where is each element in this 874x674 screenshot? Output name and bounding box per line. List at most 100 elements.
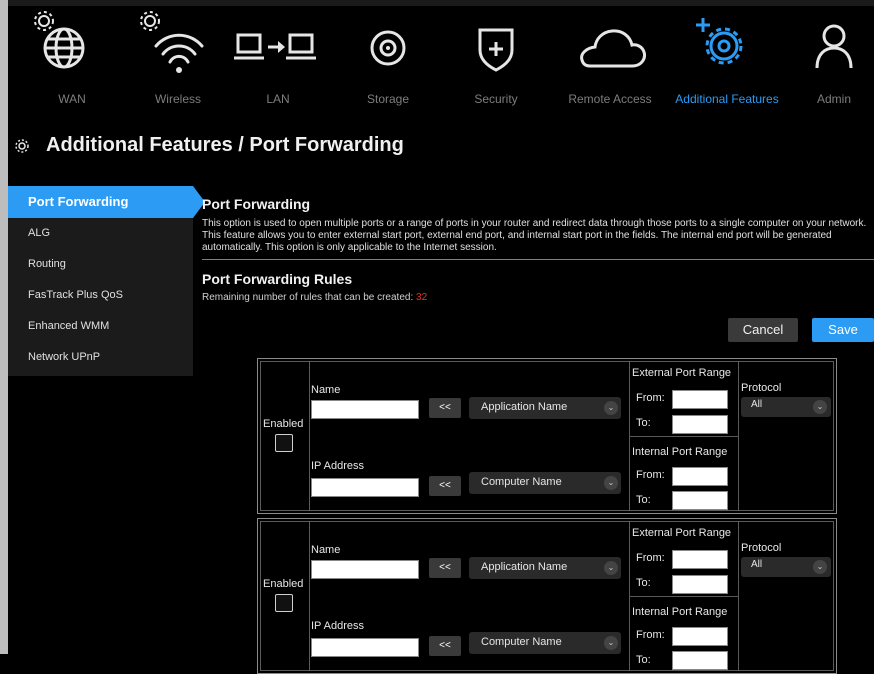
gears-plus-icon [696, 18, 743, 65]
computer-name-dropdown[interactable]: Computer Name ⌄ [469, 632, 621, 654]
nav-storage[interactable]: Storage [338, 6, 438, 122]
internal-to-input[interactable] [672, 491, 728, 510]
port-range-column: External Port Range From: To: Internal P… [629, 362, 739, 510]
globe-icon [34, 11, 85, 69]
sidebar-item-label: FasTrack Plus QoS [28, 289, 123, 301]
external-from-input[interactable] [672, 390, 728, 409]
application-name-dropdown[interactable]: Application Name ⌄ [469, 397, 621, 419]
user-icon [815, 24, 853, 69]
external-to-input[interactable] [672, 575, 728, 594]
computer-copy-button[interactable]: << [429, 476, 461, 496]
internal-from-input[interactable] [672, 467, 728, 486]
ip-address-label: IP Address [311, 620, 364, 632]
ip-address-label: IP Address [311, 460, 364, 472]
external-port-range-label: External Port Range [632, 367, 732, 379]
remaining-rules-label: Remaining number of rules that can be cr… [202, 292, 417, 303]
nav-remote-access[interactable]: Remote Access [560, 6, 660, 122]
nav-label: Storage [366, 92, 410, 106]
external-to-input[interactable] [672, 415, 728, 434]
internal-from-label: From: [636, 469, 665, 481]
internal-from-label: From: [636, 629, 665, 641]
application-copy-button[interactable]: << [429, 558, 461, 578]
sidebar-item-enhanced-wmm[interactable]: Enhanced WMM [8, 311, 193, 342]
sidebar-item-label: Port Forwarding [28, 194, 129, 209]
nav-wireless[interactable]: Wireless [128, 6, 228, 122]
chevron-down-icon: ⌄ [604, 401, 618, 415]
enabled-column: Enabled [261, 362, 310, 510]
enabled-checkbox[interactable] [275, 434, 293, 452]
lan-icon [234, 33, 316, 60]
sidebar-item-port-forwarding[interactable]: Port Forwarding [8, 186, 205, 218]
sidebar-item-label: ALG [28, 227, 51, 239]
sidebar-item-label: Network UPnP [28, 351, 101, 363]
cancel-button[interactable]: Cancel [728, 318, 798, 342]
protocol-label: Protocol [741, 382, 782, 394]
main-content: Port Forwarding This option is used to o… [202, 186, 874, 303]
remaining-rules-text: Remaining number of rules that can be cr… [202, 292, 874, 303]
top-navigation: WAN Wireless LAN Storage Security Remote… [8, 6, 874, 122]
storage-icon [370, 30, 406, 66]
dropdown-value: All [751, 559, 763, 570]
sidebar: Port Forwarding ALG Routing FasTrack Plu… [8, 186, 205, 376]
enabled-label: Enabled [263, 418, 304, 430]
external-to-label: To: [636, 417, 651, 429]
enabled-checkbox[interactable] [275, 594, 293, 612]
nav-label: Additional Features [675, 92, 779, 106]
protocol-dropdown[interactable]: All ⌄ [741, 397, 831, 417]
external-from-label: From: [636, 552, 665, 564]
chevron-down-icon: ⌄ [813, 560, 827, 574]
rules-title: Port Forwarding Rules [202, 271, 353, 287]
name-input[interactable] [311, 400, 419, 419]
page-title: Additional Features / Port Forwarding [46, 134, 404, 156]
nav-admin[interactable]: Admin [784, 6, 874, 122]
section-title: Port Forwarding [202, 196, 311, 212]
internal-to-label: To: [636, 494, 651, 506]
computer-copy-button[interactable]: << [429, 636, 461, 656]
external-from-label: From: [636, 392, 665, 404]
protocol-label: Protocol [741, 542, 782, 554]
remaining-rules-count: 32 [416, 292, 428, 303]
rule-row-inner: Enabled Name << Application Name ⌄ IP Ad… [260, 361, 834, 511]
chevron-down-icon: ⌄ [604, 476, 618, 490]
rule-row-inner: Enabled Name << Application Name ⌄ IP Ad… [260, 521, 834, 671]
nav-wan[interactable]: WAN [22, 6, 122, 122]
nav-label: Admin [816, 92, 851, 106]
nav-label: LAN [266, 92, 290, 106]
internal-port-range-label: Internal Port Range [632, 606, 728, 618]
internal-from-input[interactable] [672, 627, 728, 646]
chevron-down-icon: ⌄ [604, 561, 618, 575]
shield-icon [478, 28, 514, 72]
cloud-icon [580, 29, 646, 68]
nav-label: Remote Access [568, 92, 652, 106]
nav-label: Security [474, 92, 518, 106]
sidebar-item-network-upnp[interactable]: Network UPnP [8, 342, 193, 373]
computer-name-dropdown[interactable]: Computer Name ⌄ [469, 472, 621, 494]
nav-label: WAN [58, 92, 86, 106]
chevron-down-icon: ⌄ [813, 400, 827, 414]
port-range-divider [630, 596, 738, 597]
sidebar-item-routing[interactable]: Routing [8, 249, 193, 280]
ip-address-input[interactable] [311, 638, 419, 657]
nav-lan[interactable]: LAN [228, 6, 328, 122]
name-label: Name [311, 544, 341, 556]
dropdown-value: All [751, 399, 763, 410]
sidebar-item-alg[interactable]: ALG [8, 218, 193, 249]
port-range-column: External Port Range From: To: Internal P… [629, 522, 739, 670]
application-copy-button[interactable]: << [429, 398, 461, 418]
sidebar-item-fastrack-qos[interactable]: FasTrack Plus QoS [8, 280, 193, 311]
name-input[interactable] [311, 560, 419, 579]
nav-additional-features[interactable]: Additional Features [672, 6, 782, 122]
window-left-border [0, 0, 8, 654]
protocol-dropdown[interactable]: All ⌄ [741, 557, 831, 577]
port-range-divider [630, 436, 738, 437]
external-to-label: To: [636, 577, 651, 589]
dropdown-value: Computer Name [481, 636, 562, 648]
ip-address-input[interactable] [311, 478, 419, 497]
application-name-dropdown[interactable]: Application Name ⌄ [469, 557, 621, 579]
sidebar-item-label: Enhanced WMM [28, 320, 110, 332]
chevron-down-icon: ⌄ [604, 636, 618, 650]
internal-to-label: To: [636, 654, 651, 666]
external-from-input[interactable] [672, 550, 728, 569]
nav-security[interactable]: Security [446, 6, 546, 122]
save-button[interactable]: Save [812, 318, 874, 342]
